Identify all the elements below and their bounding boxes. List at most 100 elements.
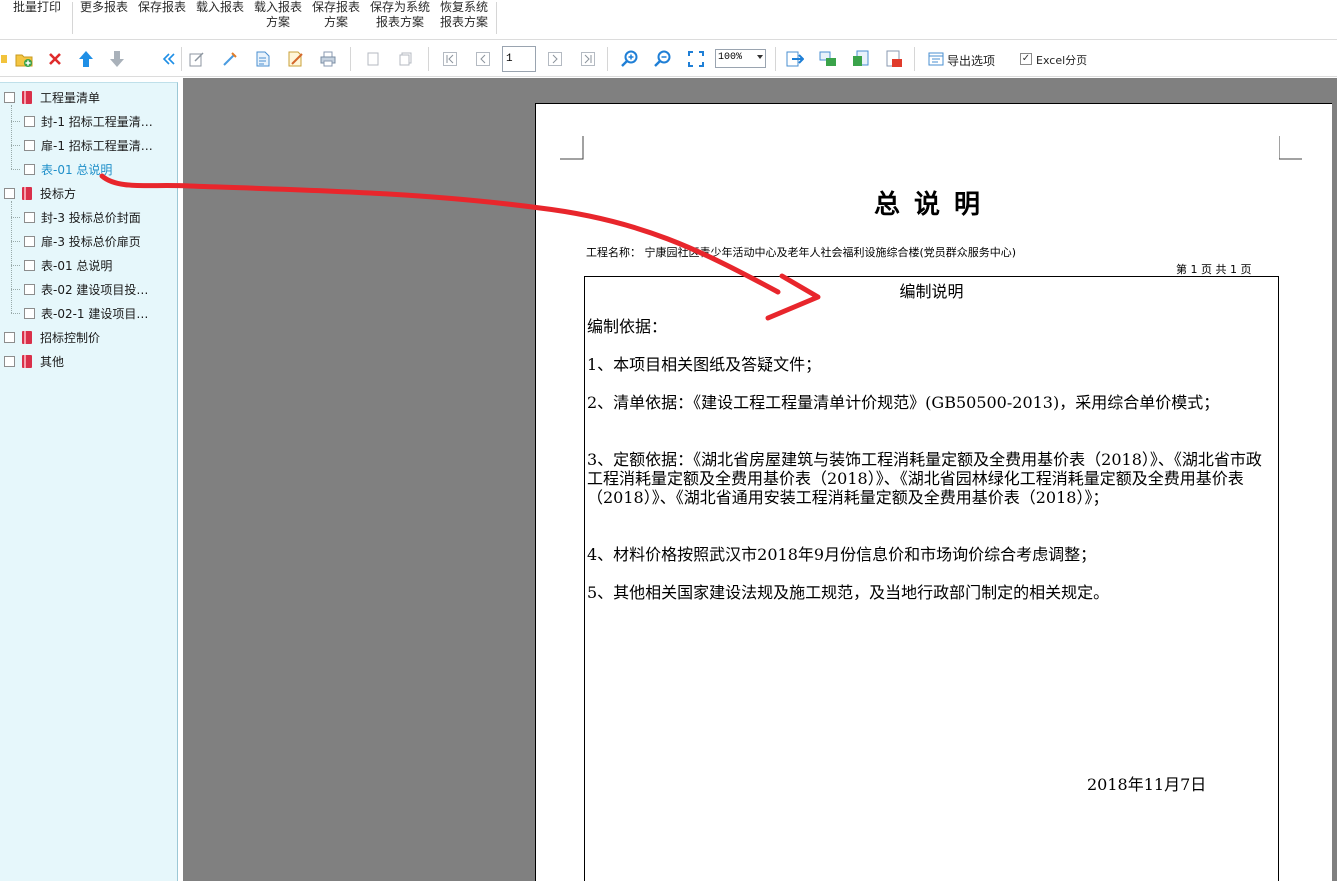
page-number-input[interactable]: 1 — [502, 46, 536, 72]
tree-checkbox[interactable] — [4, 355, 15, 367]
fit-page-icon[interactable] — [686, 49, 706, 69]
tree-item-label: 扉-3 投标总价扉页 — [41, 234, 141, 249]
save-report-button[interactable]: 保存报表 — [138, 0, 186, 14]
report-page: 总说明 工程名称： 宁康园社区青少年活动中心及老年人社会福利设施综合楼(党员群众… — [535, 103, 1332, 881]
tree-checkbox[interactable] — [24, 139, 35, 151]
load-report-button[interactable]: 载入报表 — [196, 0, 244, 14]
page-corner-mark — [1279, 136, 1302, 160]
edit-report-icon[interactable] — [187, 49, 207, 69]
more-reports-button[interactable]: 更多报表 — [80, 0, 128, 14]
zoom-select[interactable]: 100% — [715, 49, 766, 68]
single-page-icon[interactable] — [363, 49, 383, 69]
restore-sys-line1: 恢复系统 — [440, 0, 489, 14]
new-folder-icon[interactable] — [14, 49, 34, 69]
print-icon[interactable] — [318, 49, 338, 69]
edit-page-icon[interactable] — [286, 49, 306, 69]
tree-connector — [11, 313, 20, 314]
tree-checkbox[interactable] — [24, 163, 35, 175]
tree-item[interactable]: 扉-3 投标总价扉页 — [24, 232, 141, 250]
tree-checkbox[interactable] — [4, 91, 15, 103]
export-options-button[interactable]: 导出选项 — [947, 52, 995, 69]
toolbar-divider — [775, 47, 776, 71]
export-pdf-icon[interactable] — [884, 49, 904, 69]
tree-item[interactable]: 封-1 招标工程量清… — [24, 112, 153, 130]
tree-item-label: 表-02 建设项目投… — [41, 282, 149, 297]
export-icon[interactable] — [785, 49, 805, 69]
tree-item-label: 封-3 投标总价封面 — [41, 210, 141, 225]
save-scheme-line2: 方案 — [324, 15, 349, 29]
design-tool-icon[interactable] — [220, 49, 240, 69]
print-preview-area[interactable]: 总说明 工程名称： 宁康园社区青少年活动中心及老年人社会福利设施综合楼(党员群众… — [183, 78, 1337, 881]
tree-connector — [11, 105, 12, 169]
tree-connector — [11, 289, 20, 290]
project-name: 宁康园社区青少年活动中心及老年人社会福利设施综合楼(党员群众服务中心) — [644, 246, 1017, 259]
tree-connector — [11, 217, 20, 218]
tree-group-label: 投标方 — [40, 186, 77, 201]
delete-icon[interactable] — [45, 49, 65, 69]
toolbar-divider — [181, 47, 182, 71]
ribbon-bar: 批量打印 更多报表 保存报表 载入报表 载入报表 方案 保存报表 方案 保存为系… — [0, 0, 1337, 40]
tree-connector — [11, 169, 20, 170]
tree-group-bill-of-quantities[interactable]: 工程量清单 — [4, 88, 100, 106]
load-report-scheme-button[interactable]: 载入报表 方案 — [254, 0, 302, 29]
page-setup-icon[interactable] — [253, 49, 273, 69]
prev-page-icon[interactable] — [473, 49, 493, 69]
content-frame: 编制说明 编制依据： 1、本项目相关图纸及答疑文件； 2、清单依据：《建设工程工… — [584, 276, 1279, 881]
basis-item-1: 1、本项目相关图纸及答疑文件； — [587, 355, 822, 374]
save-sys-line1: 保存为系统 — [370, 0, 431, 14]
tree-item[interactable]: 封-3 投标总价封面 — [24, 208, 141, 226]
tree-checkbox[interactable] — [24, 235, 35, 247]
move-up-icon[interactable] — [76, 49, 96, 69]
batch-print-button[interactable]: 批量打印 — [13, 0, 61, 14]
tree-checkbox[interactable] — [24, 307, 35, 319]
move-down-icon[interactable] — [107, 49, 127, 69]
tree-item-label: 扉-1 招标工程量清… — [41, 138, 153, 153]
multi-page-icon[interactable] — [396, 49, 416, 69]
tree-item-label: 表-02-1 建设项目… — [41, 306, 149, 321]
section-subtitle: 编制说明 — [899, 282, 964, 301]
collapse-panel-icon[interactable] — [159, 49, 179, 69]
report-tree-panel: 工程量清单 封-1 招标工程量清… 扉-1 招标工程量清… 表-01 总说明 投… — [0, 82, 178, 881]
tree-item[interactable]: 表-01 总说明 — [24, 256, 112, 274]
tree-item[interactable]: 扉-1 招标工程量清… — [24, 136, 153, 154]
report-print-window: 批量打印 更多报表 保存报表 载入报表 载入报表 方案 保存报表 方案 保存为系… — [0, 0, 1337, 881]
tree-item[interactable]: 表-02 建设项目投… — [24, 280, 148, 298]
tree-checkbox[interactable] — [24, 259, 35, 271]
export-excel-icon[interactable] — [818, 49, 838, 69]
save-sys-line2: 报表方案 — [376, 15, 425, 29]
ribbon-divider — [496, 2, 497, 34]
tree-checkbox[interactable] — [4, 331, 15, 343]
last-page-icon[interactable] — [578, 49, 598, 69]
tree-item-selected[interactable]: 表-01 总说明 — [24, 160, 112, 178]
tree-checkbox[interactable] — [24, 283, 35, 295]
load-scheme-line1: 载入报表 — [254, 0, 303, 14]
excel-paging-label: Excel分页 — [1036, 54, 1088, 67]
tree-group-other[interactable]: 其他 — [4, 352, 64, 370]
restore-sys-line2: 报表方案 — [440, 15, 489, 29]
tree-item[interactable]: 表-02-1 建设项目… — [24, 304, 148, 322]
page-info: 第 1 页 共 1 页 — [1176, 263, 1252, 276]
basis-item-5: 5、其他相关国家建设法规及施工规范，及当地行政部门制定的相关规定。 — [587, 583, 1110, 602]
document-title: 总说明 — [873, 190, 994, 220]
basis-item-2: 2、清单依据：《建设工程工程量清单计价规范》(GB50500-2013)，采用综… — [587, 393, 1220, 412]
tree-group-label: 其他 — [40, 354, 65, 369]
save-report-scheme-button[interactable]: 保存报表 方案 — [312, 0, 360, 29]
tree-group-control-price[interactable]: 招标控制价 — [4, 328, 100, 346]
export-file-icon[interactable] — [851, 49, 871, 69]
load-scheme-line2: 方案 — [266, 15, 291, 29]
tree-checkbox[interactable] — [24, 211, 35, 223]
tree-checkbox[interactable] — [24, 115, 35, 127]
restore-system-scheme-button[interactable]: 恢复系统 报表方案 — [440, 0, 488, 29]
toolbar-divider — [428, 47, 429, 71]
next-page-icon[interactable] — [545, 49, 565, 69]
save-system-scheme-button[interactable]: 保存为系统 报表方案 — [370, 0, 430, 29]
zoom-in-icon[interactable] — [620, 49, 640, 69]
zoom-value: 100% — [718, 52, 743, 63]
excel-paging-checkbox[interactable]: ✓ — [1020, 53, 1032, 65]
zoom-out-icon[interactable] — [653, 49, 673, 69]
first-page-icon[interactable] — [440, 49, 460, 69]
export-options-icon[interactable] — [926, 49, 946, 69]
tree-checkbox[interactable] — [4, 187, 15, 199]
tree-group-bidder[interactable]: 投标方 — [4, 184, 76, 202]
tree-item-label: 表-01 总说明 — [41, 162, 113, 177]
